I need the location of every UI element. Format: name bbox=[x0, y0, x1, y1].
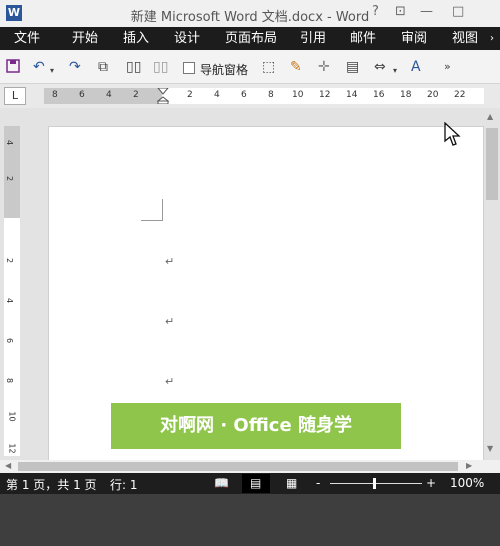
select-objects-icon[interactable]: ⬚ bbox=[262, 59, 275, 75]
zoom-slider[interactable] bbox=[330, 483, 422, 484]
ruler-tick: 8 bbox=[268, 90, 274, 100]
margins-icon[interactable]: ▤ bbox=[346, 59, 359, 75]
ruler-tick: 12 bbox=[7, 443, 17, 454]
minimize-button[interactable]: — bbox=[420, 4, 433, 19]
watermark-banner: 对啊网 · Office 随身学 bbox=[111, 403, 401, 449]
scroll-down-icon[interactable]: ▼ bbox=[487, 444, 493, 453]
tab-file[interactable]: 文件 bbox=[0, 27, 55, 50]
paragraph-mark: ↵ bbox=[165, 315, 175, 328]
ruler-tick: 2 bbox=[187, 90, 193, 100]
zoom-in-button[interactable]: + bbox=[426, 476, 436, 490]
more-commands-icon[interactable]: » bbox=[444, 59, 451, 75]
ruler-tick: 4 bbox=[5, 139, 15, 146]
ribbon-tabs: 文件 开始 插入 设计 页面布局 引用 邮件 审阅 视图 › bbox=[0, 27, 500, 50]
ruler-tick: 2 bbox=[133, 90, 139, 100]
ruler-tick: 16 bbox=[373, 90, 385, 100]
nav-pane-label: 导航窗格 bbox=[200, 63, 249, 77]
ruler-tick: 20 bbox=[427, 90, 439, 100]
vertical-scroll-thumb[interactable] bbox=[486, 128, 498, 200]
tab-review[interactable]: 审阅 bbox=[401, 27, 427, 50]
word-window: W 新建 Microsoft Word 文档.docx - Word ? ⊡ —… bbox=[0, 0, 500, 546]
taskbar-area bbox=[0, 494, 500, 546]
restore-button[interactable]: □ bbox=[452, 4, 464, 19]
vertical-scrollbar[interactable]: ▲ ▼ bbox=[484, 108, 500, 460]
tab-insert[interactable]: 插入 bbox=[123, 27, 149, 50]
ruler-tick: 4 bbox=[106, 90, 112, 100]
scroll-left-icon[interactable]: ◀ bbox=[5, 461, 11, 470]
tab-page-layout[interactable]: 页面布局 bbox=[225, 27, 277, 50]
title-bar: W 新建 Microsoft Word 文档.docx - Word ? ⊡ —… bbox=[0, 0, 500, 27]
redo-icon[interactable]: ↷ bbox=[69, 59, 81, 75]
vertical-ruler[interactable]: 4 2 2 4 6 8 10 12 bbox=[4, 126, 20, 456]
undo-dropdown-icon[interactable]: ▾ bbox=[50, 63, 54, 79]
save-icon[interactable] bbox=[6, 59, 20, 77]
ruler-left-margin bbox=[44, 88, 162, 104]
page-width-dropdown-icon[interactable]: ▾ bbox=[393, 63, 397, 79]
ruler-tick: 2 bbox=[5, 175, 15, 182]
status-bar: 第 1 页，共 1 页 行: 1 📖 ▤ ▦ - + 100% bbox=[0, 473, 500, 494]
ruler-tick: 18 bbox=[400, 90, 412, 100]
undo-icon[interactable]: ↶ bbox=[33, 59, 45, 75]
tab-selector[interactable]: L bbox=[4, 87, 26, 105]
horizontal-scrollbar[interactable]: ◀ ▶ bbox=[0, 460, 500, 473]
tab-mailings[interactable]: 邮件 bbox=[350, 27, 376, 50]
paragraph-mark: ↵ bbox=[165, 255, 175, 268]
ruler-tick: 10 bbox=[292, 90, 304, 100]
ruler-tick: 8 bbox=[5, 377, 15, 384]
ruler-tick: 12 bbox=[319, 90, 331, 100]
horizontal-scroll-thumb[interactable] bbox=[18, 462, 458, 471]
read-mode-icon[interactable]: 📖 bbox=[214, 476, 229, 490]
ruler-tick: 6 bbox=[79, 90, 85, 100]
ruler-tick: 6 bbox=[5, 337, 15, 344]
indent-marker-icon[interactable] bbox=[157, 88, 169, 104]
side-by-side-icon[interactable]: ▯▯ bbox=[153, 59, 168, 75]
tab-design[interactable]: 设计 bbox=[174, 27, 200, 50]
text-direction-icon[interactable]: A bbox=[411, 59, 421, 75]
ruler-tick: 10 bbox=[7, 411, 17, 422]
horizontal-ruler[interactable]: 8 6 4 2 2 4 6 8 10 12 14 16 18 20 22 bbox=[44, 88, 484, 104]
tab-view[interactable]: 视图 bbox=[452, 27, 478, 50]
ribbon-display-options-icon[interactable]: ⊡ bbox=[395, 4, 406, 19]
two-pages-icon[interactable]: ▯▯ bbox=[126, 59, 141, 75]
tab-scroll-right-icon[interactable]: › bbox=[490, 27, 494, 50]
help-icon[interactable]: ? bbox=[372, 4, 379, 19]
mouse-pointer-icon bbox=[444, 122, 461, 146]
page-count[interactable]: 第 1 页，共 1 页 bbox=[6, 476, 97, 493]
ruler-tick: 4 bbox=[5, 297, 15, 304]
ruler-tick: 4 bbox=[214, 90, 220, 100]
ruler-tick: 6 bbox=[241, 90, 247, 100]
nav-pane-checkbox[interactable] bbox=[183, 62, 195, 74]
web-layout-icon[interactable]: ▦ bbox=[286, 476, 297, 490]
quick-toolbar: ↶ ▾ ↷ ⧉ ▯▯ ▯▯ ⬚ ✎ ✛ ▤ ⇔ ▾ A » bbox=[0, 50, 500, 84]
ruler-bar: L 8 6 4 2 2 4 6 8 10 12 14 16 18 20 22 bbox=[0, 84, 500, 108]
copy-format-icon[interactable]: ⧉ bbox=[98, 59, 108, 75]
format-painter-icon[interactable]: ✎ bbox=[290, 59, 302, 75]
scroll-up-icon[interactable]: ▲ bbox=[487, 112, 493, 121]
paragraph-mark: ↵ bbox=[165, 375, 175, 388]
document-page[interactable]: ↵ ↵ ↵ 对啊网 · Office 随身学 bbox=[48, 126, 484, 460]
line-number[interactable]: 行: 1 bbox=[110, 476, 138, 493]
zoom-out-button[interactable]: - bbox=[316, 476, 320, 490]
tab-home[interactable]: 开始 bbox=[72, 27, 98, 50]
tab-references[interactable]: 引用 bbox=[300, 27, 326, 50]
text-boundary-corner bbox=[141, 199, 163, 221]
ruler-tick: 22 bbox=[454, 90, 466, 100]
zoom-level[interactable]: 100% bbox=[450, 476, 484, 490]
ruler-tick: 8 bbox=[52, 90, 58, 100]
scroll-right-icon[interactable]: ▶ bbox=[466, 461, 472, 470]
position-icon[interactable]: ✛ bbox=[318, 59, 330, 75]
document-area: 4 2 2 4 6 8 10 12 ↵ ↵ ↵ 对啊网 · Office 随身学… bbox=[0, 108, 500, 460]
zoom-slider-thumb[interactable] bbox=[373, 478, 376, 489]
ruler-tick: 14 bbox=[346, 90, 358, 100]
print-layout-icon[interactable]: ▤ bbox=[250, 476, 261, 490]
page-width-icon[interactable]: ⇔ bbox=[374, 59, 386, 75]
ruler-tick: 2 bbox=[5, 257, 15, 264]
